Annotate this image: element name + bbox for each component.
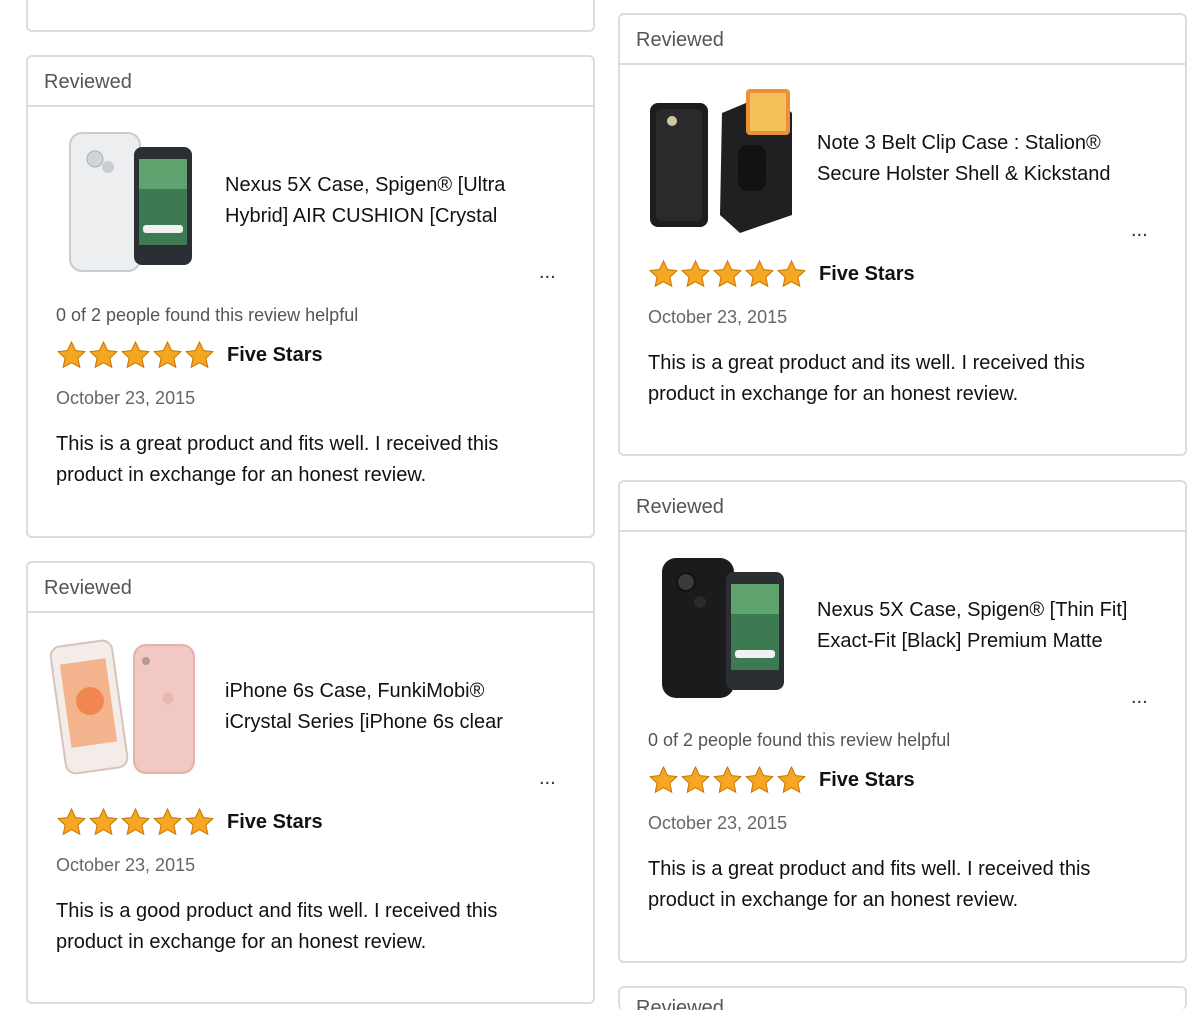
product-row[interactable]: Nexus 5X Case, Spigen® [Ultra Hybrid] AI…: [28, 107, 593, 283]
product-image[interactable]: [50, 125, 200, 275]
star-icon: [185, 340, 214, 368]
product-title[interactable]: Nexus 5X Case, Spigen® [Ultra Hybrid] AI…: [225, 170, 525, 232]
star-icon: [745, 765, 774, 793]
card-header: Reviewed: [620, 482, 1185, 532]
review-title[interactable]: Five Stars: [227, 344, 323, 367]
star-icon: [777, 765, 806, 793]
review-card: Reviewed Nexus 5X Case, Spigen® [Thin Fi…: [618, 480, 1187, 963]
review-title[interactable]: Five Stars: [819, 263, 915, 286]
review-body: This is a great product and its well. I …: [648, 352, 1085, 405]
star-rating: [56, 807, 215, 838]
product-row[interactable]: Nexus 5X Case, Spigen® [Thin Fit] Exact-…: [620, 532, 1185, 708]
star-rating: [648, 765, 807, 796]
star-icon: [121, 807, 150, 835]
product-image[interactable]: [50, 631, 200, 781]
rating-row: Five Stars: [648, 763, 915, 797]
helpful-count: 0 of 2 people found this review helpful: [56, 305, 359, 325]
star-icon: [185, 807, 214, 835]
star-icon: [745, 259, 774, 287]
rating-row: Five Stars: [56, 338, 323, 372]
star-icon: [57, 807, 86, 835]
product-title[interactable]: Note 3 Belt Clip Case : Stalion® Secure …: [817, 128, 1137, 190]
review-card: Reviewed iPhone 6s Case, FunkiMobi® iCry…: [26, 561, 595, 1004]
product-row[interactable]: Note 3 Belt Clip Case : Stalion® Secure …: [620, 65, 1185, 241]
card-header: Reviewed: [620, 15, 1185, 65]
review-card-partial-bottom: Reviewed: [618, 986, 1187, 1010]
helpful-count: 0 of 2 people found this review helpful: [648, 730, 951, 750]
review-card: Reviewed Note 3 Belt Clip Case : Stalion…: [618, 13, 1187, 456]
product-title[interactable]: iPhone 6s Case, FunkiMobi® iCrystal Seri…: [225, 676, 525, 738]
product-image[interactable]: [642, 550, 792, 700]
product-row[interactable]: iPhone 6s Case, FunkiMobi® iCrystal Seri…: [28, 613, 593, 789]
star-rating: [648, 259, 807, 290]
rating-row: Five Stars: [648, 257, 915, 291]
review-title[interactable]: Five Stars: [227, 811, 323, 834]
rating-row: Five Stars: [56, 805, 323, 839]
more-ellipsis[interactable]: ...: [1131, 686, 1148, 709]
star-icon: [57, 340, 86, 368]
review-date: October 23, 2015: [648, 813, 788, 833]
card-header: Reviewed: [620, 988, 1185, 1010]
more-ellipsis[interactable]: ...: [1131, 219, 1148, 242]
more-ellipsis[interactable]: ...: [539, 767, 556, 790]
review-body: This is a great product and fits well. I…: [648, 858, 1091, 911]
star-icon: [89, 340, 118, 368]
review-card-partial-top: [26, 0, 595, 32]
star-icon: [681, 259, 710, 287]
star-icon: [153, 340, 182, 368]
review-body: This is a great product and fits well. I…: [56, 433, 499, 486]
star-icon: [121, 340, 150, 368]
product-image[interactable]: [642, 83, 792, 233]
star-icon: [649, 765, 678, 793]
review-date: October 23, 2015: [648, 307, 788, 327]
more-ellipsis[interactable]: ...: [539, 261, 556, 284]
review-date: October 23, 2015: [56, 388, 196, 408]
review-date: October 23, 2015: [56, 855, 196, 875]
review-title[interactable]: Five Stars: [819, 769, 915, 792]
review-card: Reviewed Nexus 5X Case, Spigen® [Ultra H…: [26, 55, 595, 538]
review-body: This is a good product and fits well. I …: [56, 900, 498, 953]
card-header: Reviewed: [28, 563, 593, 613]
card-header: Reviewed: [28, 57, 593, 107]
star-icon: [89, 807, 118, 835]
star-icon: [713, 259, 742, 287]
star-icon: [153, 807, 182, 835]
star-icon: [649, 259, 678, 287]
product-title[interactable]: Nexus 5X Case, Spigen® [Thin Fit] Exact-…: [817, 595, 1137, 657]
star-icon: [777, 259, 806, 287]
star-icon: [713, 765, 742, 793]
star-rating: [56, 340, 215, 371]
star-icon: [681, 765, 710, 793]
